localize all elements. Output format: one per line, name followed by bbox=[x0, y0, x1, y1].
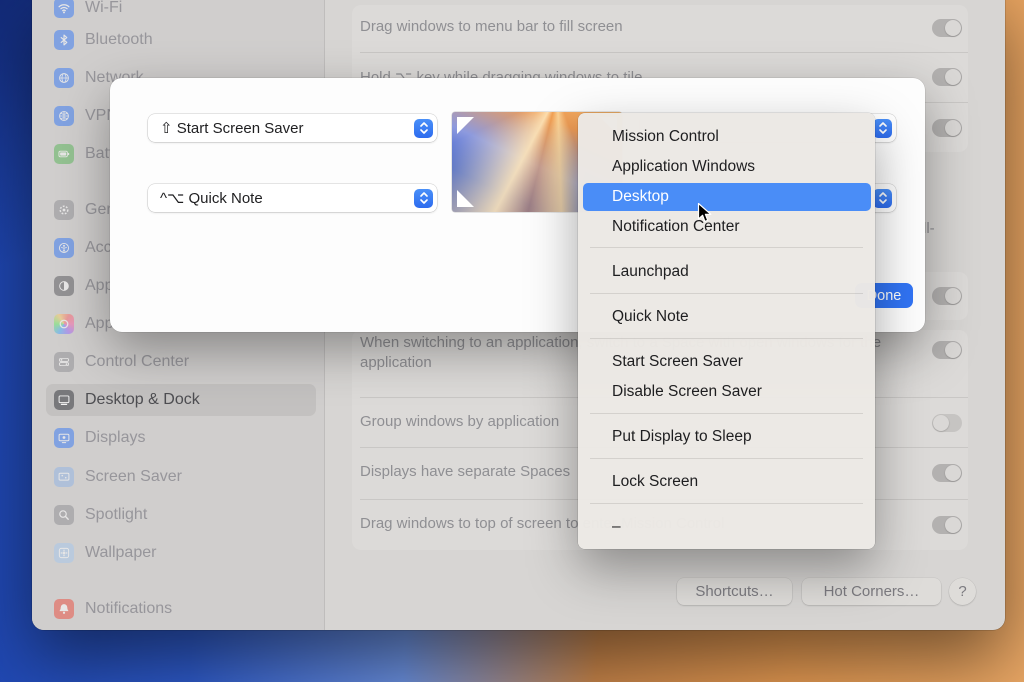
toggle-hold-option-tile[interactable] bbox=[932, 68, 962, 86]
screen-saver-icon bbox=[54, 467, 74, 487]
sidebar-item-label: Control Center bbox=[85, 353, 189, 371]
help-button[interactable]: ? bbox=[949, 578, 976, 605]
corner-select-value: ⇧ Start Screen Saver bbox=[160, 119, 303, 137]
vpn-icon bbox=[54, 106, 74, 126]
stepper-icon bbox=[873, 119, 892, 138]
toggle-knob bbox=[945, 517, 961, 533]
corner-select-value: ^⌥ Quick Note bbox=[160, 189, 263, 207]
sidebar-item-desktop-dock[interactable]: Desktop & Dock bbox=[46, 384, 316, 416]
stepper-icon bbox=[414, 189, 433, 208]
help-icon: ? bbox=[958, 583, 966, 600]
sidebar-item-displays[interactable]: Displays bbox=[54, 422, 312, 454]
menu-item-lock-screen[interactable]: Lock Screen bbox=[578, 468, 875, 496]
menu-separator bbox=[590, 413, 863, 414]
menu-item-launchpad[interactable]: Launchpad bbox=[578, 258, 875, 286]
toggle-switch-to-space[interactable] bbox=[932, 341, 962, 359]
setting-label: Group windows by application bbox=[360, 413, 559, 430]
sidebar-item-wifi[interactable]: Wi-Fi bbox=[54, 0, 312, 24]
sidebar-item-label: Wi-Fi bbox=[85, 0, 122, 17]
hot-corners-button[interactable]: Hot Corners… bbox=[802, 578, 941, 605]
menu-item-none[interactable]: – bbox=[578, 513, 875, 541]
toggle-drag-to-menu-bar[interactable] bbox=[932, 19, 962, 37]
corner-select-top-left[interactable]: ⇧ Start Screen Saver bbox=[148, 114, 437, 142]
toggle-hidden-row[interactable] bbox=[932, 119, 962, 137]
accessibility-icon bbox=[54, 238, 74, 258]
menu-item-put-display-to-sleep[interactable]: Put Display to Sleep bbox=[578, 423, 875, 451]
menu-item-mission-control[interactable]: Mission Control bbox=[578, 123, 875, 151]
toggle-knob bbox=[945, 288, 961, 304]
shortcuts-button-label: Shortcuts… bbox=[695, 583, 773, 600]
wifi-icon bbox=[54, 0, 74, 18]
notifications-icon bbox=[54, 599, 74, 619]
toggle-knob bbox=[945, 342, 961, 358]
toggle-knob bbox=[945, 120, 961, 136]
shortcuts-button[interactable]: Shortcuts… bbox=[677, 578, 792, 605]
spotlight-icon bbox=[54, 505, 74, 525]
wallpaper-icon bbox=[54, 543, 74, 563]
menu-item-application-windows[interactable]: Application Windows bbox=[578, 153, 875, 181]
menu-separator bbox=[590, 293, 863, 294]
stepper-icon bbox=[873, 189, 892, 208]
toggle-knob bbox=[945, 69, 961, 85]
bluetooth-icon bbox=[54, 30, 74, 50]
toggle-separate-spaces[interactable] bbox=[932, 464, 962, 482]
sidebar-item-label: Desktop & Dock bbox=[85, 391, 200, 409]
sidebar-item-label: Displays bbox=[85, 429, 145, 447]
setting-label: Drag windows to menu bar to fill screen bbox=[360, 18, 623, 35]
sidebar-item-label: Notifications bbox=[85, 600, 172, 618]
sidebar-item-bluetooth[interactable]: Bluetooth bbox=[54, 24, 312, 56]
hot-corners-button-label: Hot Corners… bbox=[824, 583, 920, 600]
sidebar-item-wallpaper[interactable]: Wallpaper bbox=[54, 537, 312, 569]
sidebar-item-label: Bluetooth bbox=[85, 31, 153, 49]
mouse-cursor bbox=[697, 202, 713, 230]
corner-marker-top-left bbox=[457, 117, 474, 134]
menu-separator bbox=[590, 458, 863, 459]
toggle-knob bbox=[945, 20, 961, 36]
system-settings-window: Wi-Fi Bluetooth Network VPN Battery Gene… bbox=[32, 0, 1005, 630]
sidebar-item-spotlight[interactable]: Spotlight bbox=[54, 499, 312, 531]
displays-icon bbox=[54, 428, 74, 448]
setting-label: Displays have separate Spaces bbox=[360, 463, 570, 480]
row-separator bbox=[360, 52, 968, 53]
menu-item-disable-screen-saver[interactable]: Disable Screen Saver bbox=[578, 378, 875, 406]
sidebar-item-label: Wallpaper bbox=[85, 544, 156, 562]
appearance-icon bbox=[54, 276, 74, 296]
sidebar-item-screen-saver[interactable]: Screen Saver bbox=[54, 461, 312, 493]
network-icon bbox=[54, 68, 74, 88]
menu-item-notification-center[interactable]: Notification Center bbox=[578, 213, 875, 241]
toggle-knob bbox=[945, 465, 961, 481]
battery-icon bbox=[54, 144, 74, 164]
menu-separator bbox=[590, 503, 863, 504]
menu-separator bbox=[590, 338, 863, 339]
menu-item-desktop[interactable]: Desktop bbox=[583, 183, 871, 211]
stepper-icon bbox=[414, 119, 433, 138]
corner-select-bottom-left[interactable]: ^⌥ Quick Note bbox=[148, 184, 437, 212]
corner-marker-bottom-left bbox=[457, 190, 474, 207]
control-center-icon bbox=[54, 352, 74, 372]
desktop-dock-icon bbox=[54, 390, 74, 410]
menu-item-quick-note[interactable]: Quick Note bbox=[578, 303, 875, 331]
toggle-group-windows[interactable] bbox=[932, 414, 962, 432]
toggle-hidden-row[interactable] bbox=[932, 287, 962, 305]
sidebar-item-label: Screen Saver bbox=[85, 468, 182, 486]
toggle-knob bbox=[933, 415, 949, 431]
desktop-wallpaper: Wi-Fi Bluetooth Network VPN Battery Gene… bbox=[0, 0, 1024, 682]
gear-icon bbox=[54, 200, 74, 220]
siri-icon bbox=[54, 314, 74, 334]
corner-action-menu: Mission Control Application Windows Desk… bbox=[578, 113, 875, 549]
menu-separator bbox=[590, 247, 863, 248]
sidebar-item-control-center[interactable]: Control Center bbox=[54, 346, 312, 378]
sidebar-item-notifications[interactable]: Notifications bbox=[54, 593, 312, 625]
menu-item-start-screen-saver[interactable]: Start Screen Saver bbox=[578, 348, 875, 376]
toggle-drag-top-mission-control[interactable] bbox=[932, 516, 962, 534]
sidebar-item-label: Spotlight bbox=[85, 506, 147, 524]
